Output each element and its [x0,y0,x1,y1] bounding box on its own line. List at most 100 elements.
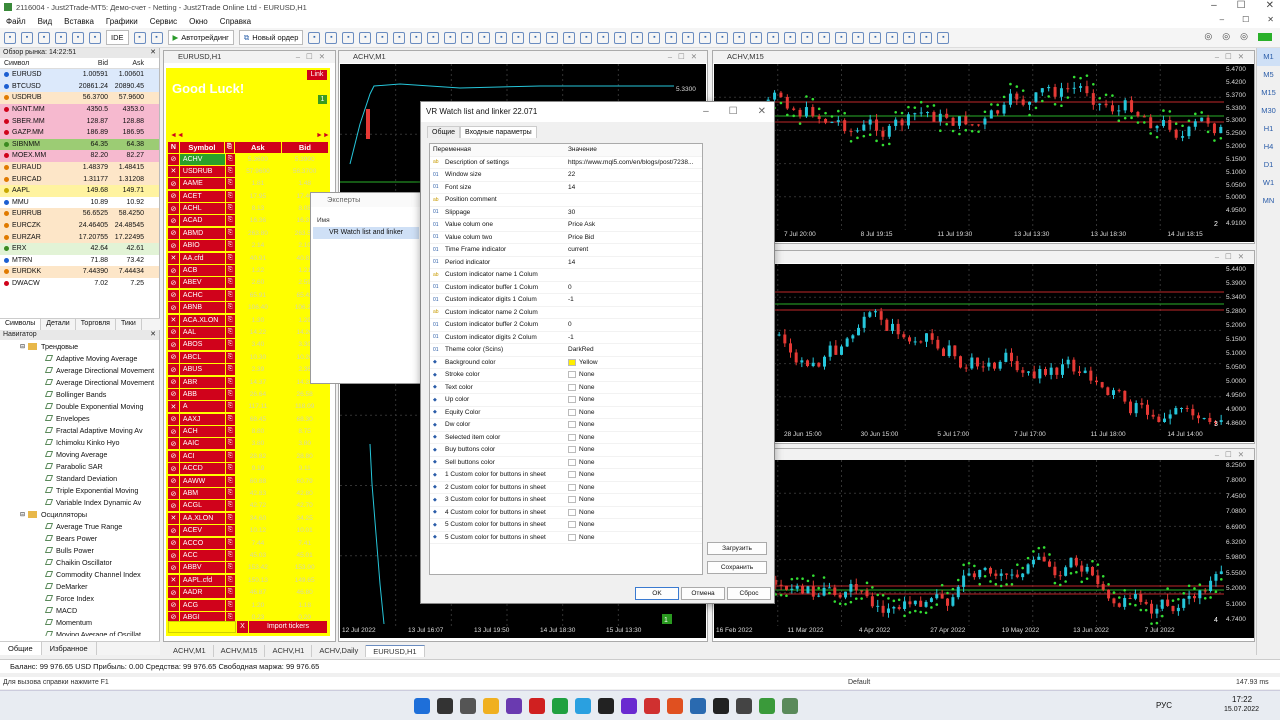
param-row[interactable]: ◆ Background color Yellow [430,357,702,369]
nav-tab-1[interactable]: Избранное [42,642,97,655]
watch-row[interactable]: ⊘ ACB ⎘ 1.22 1.21 [168,265,328,277]
link-icon[interactable]: ⎘ [225,587,235,599]
param-value-cell[interactable]: Price Bid [566,234,702,241]
import-tickers-button[interactable]: Import tickers [249,621,327,633]
nav-indicator[interactable]: Double Exponential Moving [0,400,159,412]
menu-item-4[interactable]: Сервис [150,17,177,26]
taskbar-app-icon[interactable] [483,698,499,714]
taskbar-app-icon[interactable] [575,698,591,714]
account-icon[interactable]: ◎ [1222,31,1230,42]
tab-general[interactable]: Общие [427,126,461,138]
cursor-icon[interactable]: ▪ [444,31,457,44]
link-icon[interactable]: ⎘ [225,277,235,289]
symbol-button[interactable]: ABM [179,488,225,500]
param-value-cell[interactable]: None [566,483,702,491]
shapes-icon[interactable]: ▪ [699,31,712,44]
symbol-button[interactable]: A [179,401,225,413]
experts-window[interactable]: Эксперты Имя VR Watch list and linker [310,192,422,384]
wifi-icon[interactable]: ◎ [1240,31,1248,42]
link-icon[interactable]: ⎘ [225,413,235,425]
link-icon[interactable]: ⎘ [225,525,235,537]
templates-icon[interactable]: ▪ [631,31,644,44]
expand-icon[interactable]: ⊟ [20,343,25,350]
watch-row[interactable]: ⊘ ABEV ⎘ 2.60 2.59 [168,277,328,289]
symbol-button[interactable]: ACG [179,599,225,611]
link-icon[interactable]: ⎘ [225,537,235,549]
chart-tab[interactable]: ACHV,Daily [312,645,367,657]
nav-indicator[interactable]: Commodity Channel Index [0,568,159,580]
taskbar-app-icon[interactable] [736,698,752,714]
expert-item[interactable]: VR Watch list and linker [313,227,419,239]
periods-icon[interactable]: ▪ [614,31,627,44]
rectangle-icon[interactable]: ▪ [801,31,814,44]
achv-daily-chart[interactable]: 4 [714,460,1224,626]
maximize-icon[interactable]: ☐ [1237,0,1246,11]
symbol-button[interactable]: ACB [179,265,225,277]
timeframe-M1[interactable]: M1 [1257,48,1280,66]
row-action-button[interactable]: ⊘ [168,326,179,338]
ide-button[interactable]: IDE [106,30,129,45]
symbol-button[interactable]: ACC [179,550,225,561]
watch-row[interactable]: ✕ AAPL.cfd ⎘ 150.13 149.65 [168,574,328,586]
nav-indicator[interactable]: Average True Range [0,520,159,532]
param-value-cell[interactable]: None [566,471,702,479]
nav-indicator[interactable]: DeMarker [0,580,159,592]
row-action-button[interactable]: ⊘ [168,302,179,314]
symbol-button[interactable]: ACA.XLON [179,314,225,326]
symbol-button[interactable]: ACEV [179,525,225,537]
symbol-button[interactable]: AA.XLON [179,512,225,524]
row-action-button[interactable]: ⊘ [168,388,179,400]
market-row[interactable]: EURDKK 7.44390 7.44434 [0,266,159,278]
symbol-button[interactable]: ACHV [179,153,225,165]
symbol-button[interactable]: ABUS [179,364,225,376]
timeframe-D1[interactable]: D1 [1257,156,1280,174]
param-value-cell[interactable]: None [566,396,702,404]
param-value-cell[interactable]: 0 [566,321,702,328]
chart-tab[interactable]: EURUSD,H1 [366,645,425,657]
tab-0[interactable]: Символы [0,319,42,330]
load-button[interactable]: Загрузить [707,542,767,555]
param-row[interactable]: 01 Slippage 30 [430,207,702,219]
market-row[interactable]: SBER.MM 128.87 128.88 [0,115,159,127]
param-row[interactable]: ab Custom indicator name 2 Colum [430,307,702,319]
terminal-icon[interactable]: ▪ [89,31,101,44]
nav-folder[interactable]: ⊟ Осцилляторы [0,508,159,520]
taskbar-app-icon[interactable] [644,698,660,714]
chart-tab[interactable]: ACHV,H1 [265,645,313,657]
market-row[interactable]: BTCUSD 20861.24 20890.45 [0,80,159,93]
param-value-cell[interactable]: None [566,433,702,441]
row-action-button[interactable]: ⊘ [168,376,179,388]
watch-row[interactable]: ⊘ AAWW ⎘ 60.88 60.79 [168,475,328,487]
nav-indicator[interactable]: Adaptive Moving Average [0,352,159,364]
watch-row[interactable]: ⊘ AAL ⎘ 14.22 14.20 [168,326,328,338]
symbol-button[interactable]: ACGL [179,500,225,512]
link-icon[interactable]: ⎘ [225,463,235,475]
watch-row[interactable]: ⊘ ACHC ⎘ 65.91 65.42 [168,289,328,301]
cancel-button[interactable]: Отмена [681,587,725,600]
row-action-button[interactable]: ✕ [168,401,179,413]
row-action-button[interactable]: ⊘ [168,463,179,475]
row-action-button[interactable]: ⊘ [168,537,179,549]
param-value-cell[interactable]: None [566,383,702,391]
watch-row[interactable]: ✕ AA.XLON ⎘ 34.60 34.25 [168,512,328,524]
param-row[interactable]: ◆ 4 Custom color for buttons in sheet None [430,507,702,519]
taskbar-app-icon[interactable] [598,698,614,714]
symbol-button[interactable]: AAME [179,178,225,190]
row-action-button[interactable]: ⊘ [168,277,179,289]
close-icon[interactable]: ✕ [1266,0,1274,11]
market-row[interactable]: USDRUB 56.3700 57.9600 [0,92,159,104]
link-icon[interactable]: ⎘ [225,388,235,400]
link-icon[interactable]: ⎘ [225,426,235,438]
param-row[interactable]: ◆ 5 Custom color for buttons in sheet None [430,532,702,544]
nav-indicator[interactable]: Average Directional Movement [0,376,159,388]
param-row[interactable]: ab Custom indicator name 1 Colum [430,269,702,282]
col-symbol[interactable]: Символ [0,60,74,67]
regression-icon[interactable]: ▪ [767,31,780,44]
param-row[interactable]: ab Description of settings https://www.mql… [430,157,702,169]
row-action-button[interactable]: ⊘ [168,599,179,611]
close-icon[interactable]: ✕ [758,102,766,122]
link-icon[interactable]: ⎘ [225,438,235,450]
achv-h1-chart[interactable]: 3 [714,264,1224,430]
color-swatch[interactable] [568,396,576,404]
menu-item-2[interactable]: Вставка [64,17,94,26]
